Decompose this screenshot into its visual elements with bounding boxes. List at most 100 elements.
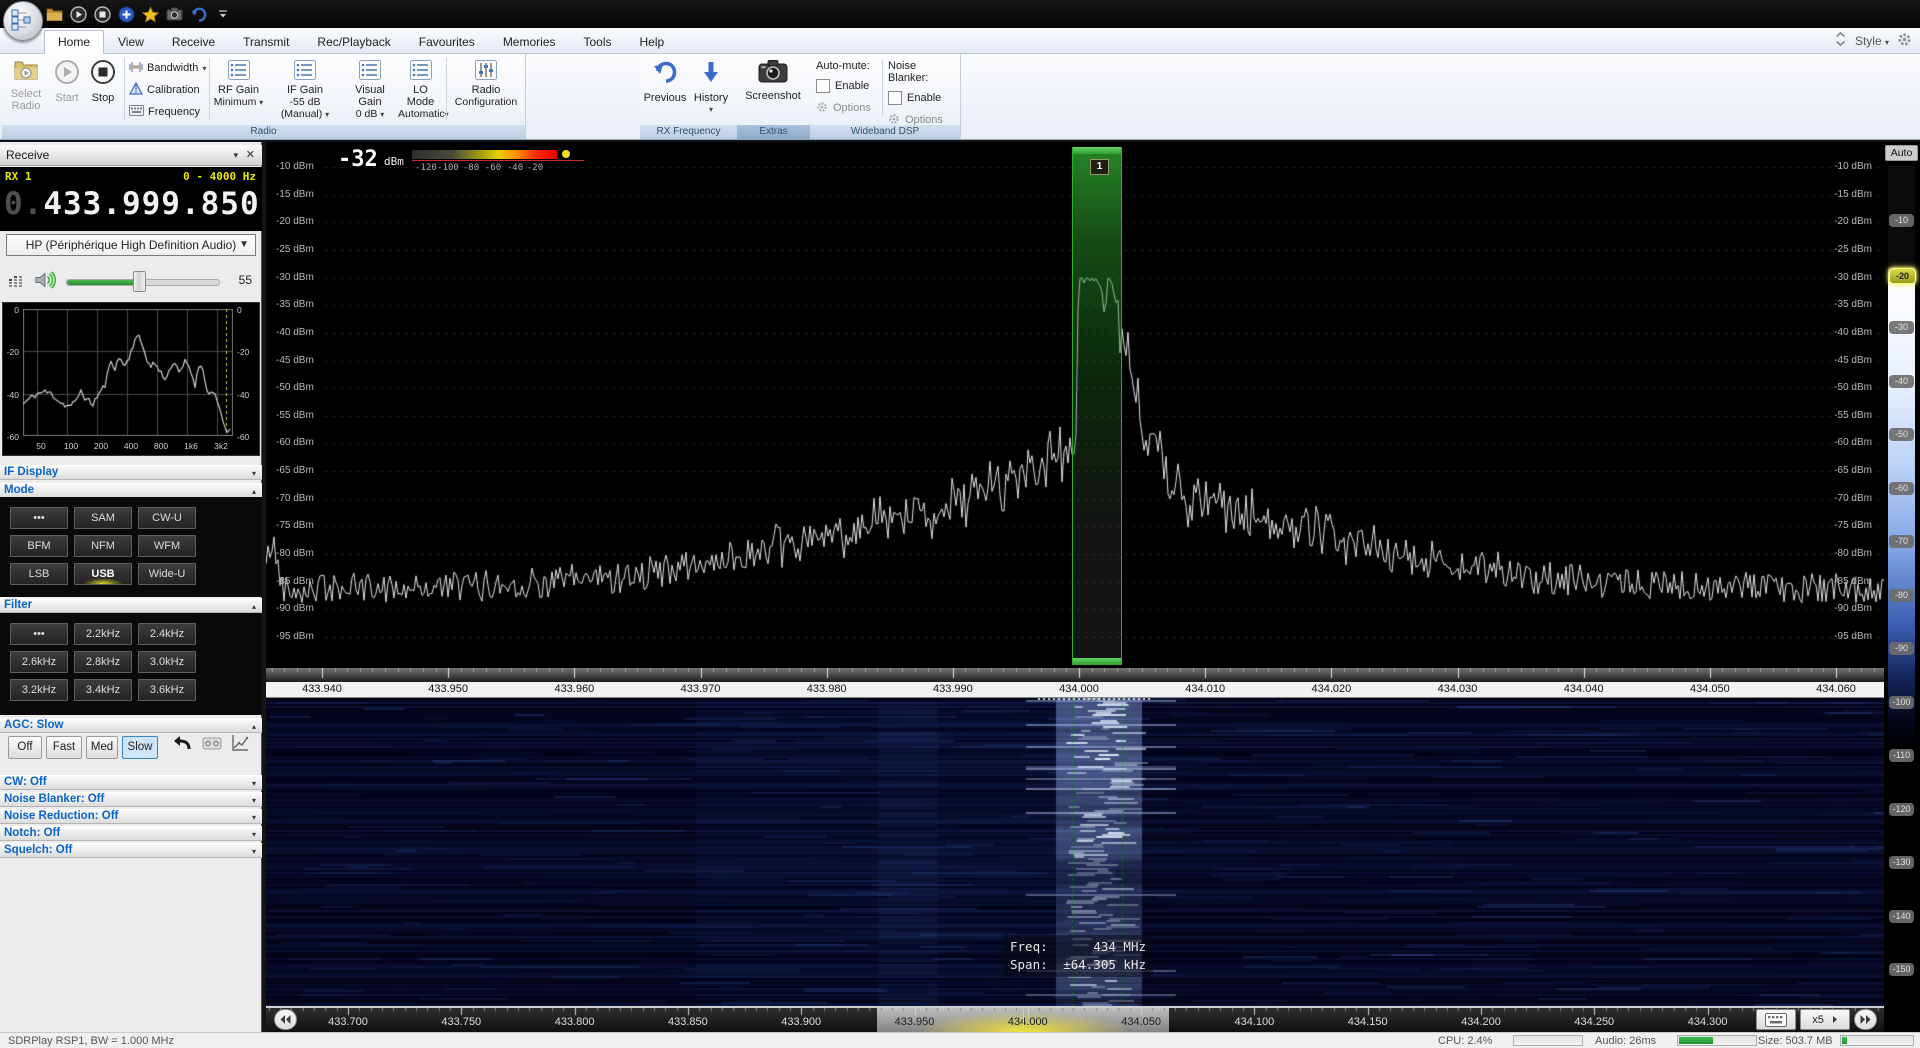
select-radio-button[interactable]: Select Radio xyxy=(4,56,48,122)
agc-undo-icon[interactable] xyxy=(172,734,192,758)
tab-view[interactable]: View xyxy=(104,30,158,54)
filter-button-2.8khz[interactable]: 2.8kHz xyxy=(74,651,132,673)
mode-button-lsb[interactable]: LSB xyxy=(10,563,68,585)
palette-handle--100[interactable]: -100 xyxy=(1889,695,1914,709)
palette-handle--120[interactable]: -120 xyxy=(1889,802,1914,816)
tab-favourites[interactable]: Favourites xyxy=(405,30,489,54)
rx-passband-marker[interactable]: 1 xyxy=(1072,147,1122,665)
lo-mode-button[interactable]: LO Mode Automatic▾ xyxy=(398,56,449,122)
chevron-down-icon[interactable]: ▾ xyxy=(252,828,256,841)
customize-quick-access-icon[interactable] xyxy=(214,6,231,23)
equalizer-icon[interactable] xyxy=(8,272,26,293)
waterfall[interactable]: Freq: 434 MHz Span: ±64.305 kHz xyxy=(266,698,1884,1006)
filter-button-3.2khz[interactable]: 3.2kHz xyxy=(10,679,68,701)
chevron-down-icon[interactable]: ▾ xyxy=(252,845,256,858)
zoom-step-button[interactable]: x5 xyxy=(1800,1009,1850,1030)
filter-button-2.6khz[interactable]: 2.6kHz xyxy=(10,651,68,673)
style-menu[interactable]: Style ▾ xyxy=(1855,34,1889,48)
filter-button-2.2khz[interactable]: 2.2kHz xyxy=(74,623,132,645)
chevron-up-icon[interactable]: ▴ xyxy=(252,600,256,613)
section-header-noise-reduction[interactable]: Noise Reduction: Off ▾ xyxy=(0,809,262,824)
open-folder-icon[interactable] xyxy=(46,6,63,23)
mode-button-cwu[interactable]: CW-U xyxy=(138,507,196,529)
section-header-cw[interactable]: CW: Off ▾ xyxy=(0,775,262,790)
palette-gradient-strip[interactable] xyxy=(1888,166,1915,1002)
keyboard-entry-button[interactable] xyxy=(1756,1009,1796,1030)
tab-transmit[interactable]: Transmit xyxy=(229,30,303,54)
band-navigation-bar[interactable]: 433.700 433.750 433.800 433.850 433.900 433.9… xyxy=(266,1008,1884,1032)
visual-gain-button[interactable]: Visual Gain 0 dB ▾ xyxy=(344,56,396,122)
rx-marker-badge[interactable]: 1 xyxy=(1090,159,1109,175)
tab-memories[interactable]: Memories xyxy=(489,30,570,54)
section-header-noise-blanker[interactable]: Noise Blanker: Off ▾ xyxy=(0,792,262,807)
audio-device-select[interactable]: HP (Périphérique High Definition Audio) … xyxy=(6,234,256,256)
chevron-down-icon[interactable]: ▾ xyxy=(252,467,256,480)
rf-gain-button[interactable]: RF Gain Minimum ▾ xyxy=(212,56,265,122)
palette-handle--130[interactable]: -130 xyxy=(1889,856,1914,869)
palette-handle--70[interactable]: -70 xyxy=(1889,535,1914,548)
frequency-display[interactable]: RX 1 0 - 4000 Hz 0.433.999.850 xyxy=(0,167,262,231)
agc-scheme-icon[interactable] xyxy=(202,736,222,756)
speaker-icon[interactable] xyxy=(34,271,56,294)
scroll-right-button[interactable] xyxy=(1854,1009,1877,1030)
agc-button-med[interactable]: Med xyxy=(86,736,118,759)
filter-button-3.6khz[interactable]: 3.6kHz xyxy=(138,679,196,701)
frequency-axis-labels[interactable]: 433.940 433.950 433.960 433.970 433.980 433.9… xyxy=(266,682,1884,698)
section-header-if-display[interactable]: IF Display ▾ xyxy=(0,465,262,480)
palette-handle--40[interactable]: -40 xyxy=(1889,374,1914,388)
filter-button-2.4khz[interactable]: 2.4kHz xyxy=(138,623,196,645)
section-header-mode[interactable]: Mode ▴ xyxy=(0,483,262,498)
settings-gear-icon[interactable] xyxy=(1897,32,1912,50)
camera-icon[interactable] xyxy=(166,6,183,23)
tab-receive[interactable]: Receive xyxy=(158,30,229,54)
filter-button-3.0khz[interactable]: 3.0kHz xyxy=(138,651,196,673)
undo-icon[interactable] xyxy=(190,6,207,23)
stop-icon[interactable] xyxy=(94,5,111,23)
section-header-notch[interactable]: Notch: Off ▾ xyxy=(0,826,262,841)
tuned-frequency[interactable]: 0.433.999.850 xyxy=(4,186,260,222)
agc-button-off[interactable]: Off xyxy=(8,736,42,759)
add-icon[interactable] xyxy=(118,6,135,23)
tab-home[interactable]: Home xyxy=(44,30,105,54)
filter-button-3.4khz[interactable]: 3.4kHz xyxy=(74,679,132,701)
palette-handle--80[interactable]: -80 xyxy=(1889,588,1914,602)
mode-button-[interactable]: ••• xyxy=(10,507,68,529)
panel-close-icon[interactable]: ✕ xyxy=(246,145,255,166)
tab-tools[interactable]: Tools xyxy=(570,30,626,54)
mode-button-wideu[interactable]: Wide-U xyxy=(138,563,196,585)
chevron-down-icon[interactable]: ▾ xyxy=(252,777,256,790)
agc-graph-icon[interactable] xyxy=(230,734,250,758)
mode-button-usb[interactable]: USB xyxy=(74,563,132,585)
palette-handle--110[interactable]: -110 xyxy=(1889,749,1914,762)
chevron-down-icon[interactable]: ▾ xyxy=(252,811,256,824)
receive-panel-header[interactable]: Receive ▾ ✕ xyxy=(0,145,262,166)
palette-handle--90[interactable]: -90 xyxy=(1889,642,1914,655)
palette-handle--30[interactable]: -30 xyxy=(1889,321,1914,334)
agc-button-slow[interactable]: Slow xyxy=(122,736,158,759)
section-header-squelch[interactable]: Squelch: Off ▾ xyxy=(0,843,262,858)
filter-button-[interactable]: ••• xyxy=(10,623,68,645)
history-button[interactable]: History ▾ xyxy=(690,56,732,122)
palette-handle--20[interactable]: -20 xyxy=(1889,267,1916,284)
palette-handle--50[interactable]: -50 xyxy=(1889,428,1914,441)
chevron-down-icon[interactable]: ▾ xyxy=(252,794,256,807)
play-icon[interactable] xyxy=(70,5,87,23)
panel-collapse-icon[interactable]: ▾ xyxy=(233,145,238,166)
palette-auto-button[interactable]: Auto xyxy=(1885,145,1918,161)
ribbon-collapse-icon[interactable] xyxy=(1834,31,1847,50)
palette-handle--150[interactable]: -150 xyxy=(1889,963,1914,976)
favourite-star-icon[interactable] xyxy=(142,5,159,23)
noise-blanker-enable-checkbox[interactable]: Enable xyxy=(888,90,958,106)
volume-slider-handle[interactable] xyxy=(133,271,146,292)
section-header-agc[interactable]: AGC: Slow ▴ xyxy=(0,718,262,733)
section-header-filter[interactable]: Filter ▴ xyxy=(0,598,262,613)
if-gain-button[interactable]: IF Gain -55 dB (Manual) ▾ xyxy=(268,56,342,122)
tab-rec-playback[interactable]: Rec/Playback xyxy=(303,30,404,54)
mode-button-wfm[interactable]: WFM xyxy=(138,535,196,557)
previous-frequency-button[interactable]: Previous xyxy=(642,56,688,122)
radio-configuration-button[interactable]: Radio Configuration xyxy=(450,56,522,122)
palette-handle--140[interactable]: -140 xyxy=(1889,909,1914,923)
stop-button[interactable]: Stop xyxy=(86,56,120,122)
auto-mute-options-button[interactable]: Options xyxy=(816,100,882,116)
mode-button-bfm[interactable]: BFM xyxy=(10,535,68,557)
